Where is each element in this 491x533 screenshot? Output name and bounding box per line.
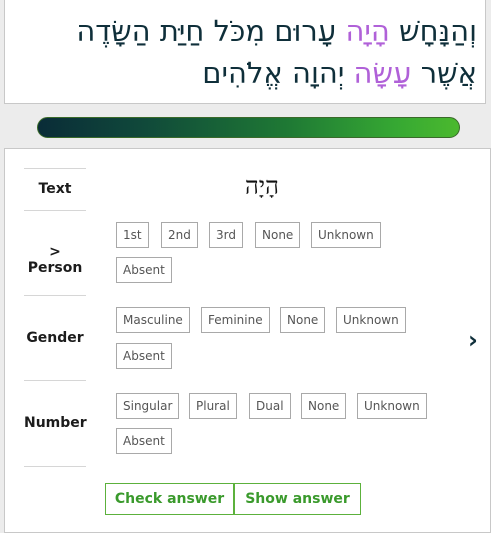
number-option-none[interactable]: None [301, 393, 347, 419]
verse-word-7[interactable]: עָשָׂה [354, 56, 412, 90]
person-option-2nd[interactable]: 2nd [161, 222, 198, 248]
number-option-absent[interactable]: Absent [116, 428, 172, 454]
verse-word-1[interactable]: הָיָה [345, 14, 389, 48]
verse-word-2: עָרוּם [274, 14, 337, 48]
person-option-3rd[interactable]: 3rd [209, 222, 243, 248]
person-option-unknown[interactable]: Unknown [311, 222, 381, 248]
verse-word-0: וְהַנָּחָשׁ [399, 14, 477, 48]
current-word: הָיָה [245, 172, 279, 200]
show-answer-button[interactable]: Show answer [234, 483, 361, 515]
verse-text: וְהַנָּחָשׁ הָיָה עָרוּם מִכֹּל חַיַּת ה… [17, 10, 477, 94]
number-option-dual[interactable]: Dual [249, 393, 291, 419]
gender-option-unknown[interactable]: Unknown [336, 307, 406, 333]
text-label: Text [38, 181, 72, 197]
gender-option-masculine[interactable]: Masculine [116, 307, 190, 333]
separator [24, 210, 86, 211]
gender-label: Gender [26, 330, 84, 346]
next-arrow-icon[interactable]: › [468, 326, 478, 354]
person-option-1st[interactable]: 1st [116, 222, 149, 248]
gender-option-none[interactable]: None [280, 307, 326, 333]
verse-word-9: אֱלֹהִים [202, 56, 283, 90]
gender-option-absent[interactable]: Absent [116, 343, 172, 369]
verse-word-4: חַיַּת [159, 14, 205, 48]
progress-bar [37, 117, 460, 138]
verse-word-8: יְהוָה [292, 56, 345, 90]
person-option-absent[interactable]: Absent [116, 257, 172, 283]
separator [24, 380, 86, 381]
verse-word-6: אֲשֶׁר [420, 56, 477, 90]
number-option-singular[interactable]: Singular [116, 393, 180, 419]
separator [24, 295, 86, 296]
verse-word-5: הַשָּׂדֶה [76, 14, 151, 48]
person-label: > Person [27, 244, 83, 276]
number-label: Number [24, 415, 87, 431]
verse-panel: וְהַנָּחָשׁ הָיָה עָרוּם מִכֹּל חַיַּת ה… [4, 0, 486, 104]
gender-option-feminine[interactable]: Feminine [201, 307, 270, 333]
number-option-plural[interactable]: Plural [189, 393, 237, 419]
check-answer-button[interactable]: Check answer [105, 483, 234, 515]
separator [24, 466, 86, 467]
verse-word-3: מִכֹּל [213, 14, 266, 48]
separator [24, 168, 86, 169]
person-option-none[interactable]: None [255, 222, 301, 248]
number-option-unknown[interactable]: Unknown [357, 393, 427, 419]
